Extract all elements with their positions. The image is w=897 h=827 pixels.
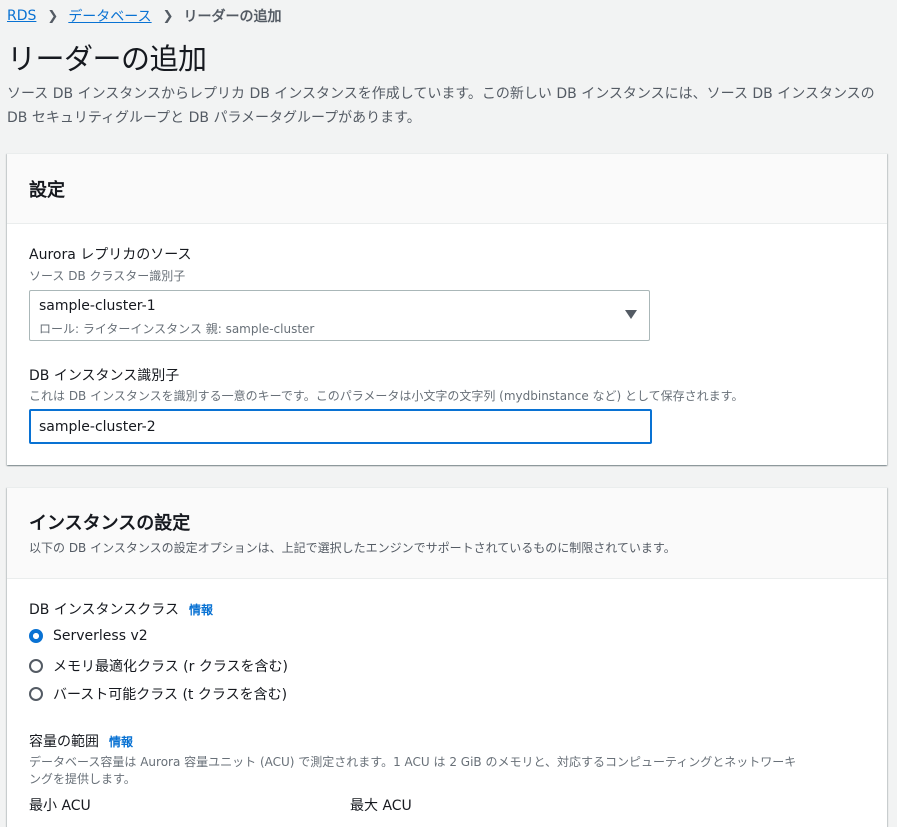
db-instance-class-label-text: DB インスタンスクラス (29, 602, 179, 618)
radio-memory-optimized-label: メモリ最適化クラス (r クラスを含む) (53, 659, 289, 675)
instance-settings-panel-subtitle: 以下の DB インスタンスの設定オプションは、上記で選択したエンジンでサポートさ… (29, 541, 676, 555)
breadcrumb-current: リーダーの追加 (183, 9, 282, 25)
page-title: リーダーの追加 (7, 42, 207, 76)
max-acu-label: 最大 ACU (350, 798, 412, 814)
instance-settings-panel-title: インスタンスの設定 (29, 513, 191, 534)
breadcrumb-link-rds[interactable]: RDS (7, 8, 36, 24)
db-instance-identifier-label: DB インスタンス識別子 (29, 368, 180, 384)
capacity-range-label: 容量の範囲 情報 (29, 731, 133, 751)
chevron-right-icon: ❯ (47, 8, 59, 24)
db-instance-identifier-input[interactable] (29, 409, 652, 444)
page-description: ソース DB インスタンスからレプリカ DB インスタンスを作成しています。この… (7, 86, 875, 126)
radio-burstable[interactable]: バースト可能クラス (t クラスを含む) (29, 684, 287, 704)
settings-panel-title: 設定 (29, 180, 65, 201)
db-instance-identifier-description: これは DB インスタンスを識別する一意のキーです。このパラメータは小文字の文字… (29, 389, 744, 403)
settings-panel: 設定 Aurora レプリカのソース ソース DB クラスター識別子 sampl… (7, 153, 887, 465)
radio-memory-optimized[interactable]: メモリ最適化クラス (r クラスを含む) (29, 656, 288, 676)
radio-burstable-label: バースト可能クラス (t クラスを含む) (53, 687, 288, 703)
min-acu-label: 最小 ACU (29, 798, 91, 814)
breadcrumb-link-databases[interactable]: データベース (68, 6, 151, 26)
radio-unselected-icon (29, 687, 43, 701)
capacity-range-description-line1: データベース容量は Aurora 容量ユニット (ACU) で測定されます。1 … (29, 755, 797, 769)
radio-unselected-icon (29, 659, 43, 673)
settings-panel-header: 設定 (7, 154, 887, 224)
capacity-range-description-line2: ングを提供します。 (29, 772, 136, 786)
replica-source-selected-value: sample-cluster-1 (39, 298, 156, 314)
radio-selected-icon (29, 629, 43, 643)
replica-source-description: ソース DB クラスター識別子 (29, 269, 186, 283)
replica-source-label: Aurora レプリカのソース (29, 247, 192, 263)
capacity-range-label-text: 容量の範囲 (29, 734, 99, 750)
db-instance-class-info-link[interactable]: 情報 (189, 603, 213, 617)
instance-settings-panel: インスタンスの設定 以下の DB インスタンスの設定オプションは、上記で選択した… (7, 487, 887, 827)
replica-source-select[interactable]: sample-cluster-1 ロール: ライターインスタンス 親: samp… (29, 290, 650, 341)
instance-settings-panel-header: インスタンスの設定 以下の DB インスタンスの設定オプションは、上記で選択した… (7, 488, 887, 579)
breadcrumb: RDS ❯ データベース ❯ リーダーの追加 (7, 6, 282, 26)
replica-source-selected-meta: ロール: ライターインスタンス 親: sample-cluster (39, 322, 315, 336)
db-instance-class-label: DB インスタンスクラス 情報 (29, 599, 213, 619)
chevron-right-icon: ❯ (162, 8, 174, 24)
radio-serverless-v2[interactable]: Serverless v2 (29, 628, 148, 644)
radio-serverless-v2-label: Serverless v2 (53, 628, 148, 644)
caret-down-icon (625, 310, 637, 319)
capacity-range-info-link[interactable]: 情報 (109, 735, 133, 749)
